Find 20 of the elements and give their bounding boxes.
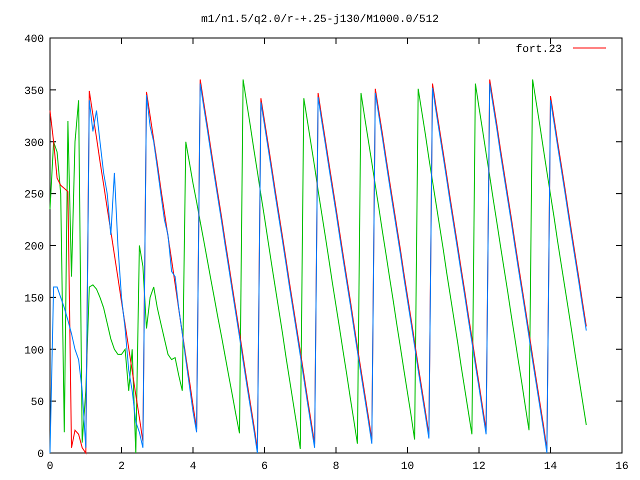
y-tick-label: 100 xyxy=(24,345,44,358)
x-tick-label: 14 xyxy=(544,461,558,473)
y-tick-label: 200 xyxy=(24,242,44,254)
chart-title: m1/n1.5/q2.0/r-+.25-j130/M1000.0/512 xyxy=(201,14,439,26)
x-tick-label: 4 xyxy=(190,461,196,473)
y-tick-label: 0 xyxy=(37,449,44,461)
y-tick-label: 150 xyxy=(24,293,44,306)
y-tick-label: 300 xyxy=(24,138,44,150)
y-tick-label: 400 xyxy=(24,34,44,46)
y-tick-label: 350 xyxy=(24,86,44,98)
x-tick-label: 12 xyxy=(472,461,486,473)
y-tick-label: 250 xyxy=(24,190,44,202)
legend-label: fort.23 xyxy=(516,44,562,56)
x-tick-label: 8 xyxy=(332,461,340,473)
x-tick-label: 10 xyxy=(400,461,414,473)
x-tick-label: 0 xyxy=(46,461,54,473)
y-tick-label: 50 xyxy=(30,397,44,410)
x-tick-label: 6 xyxy=(261,461,268,473)
x-tick-label: 16 xyxy=(615,461,629,473)
x-tick-label: 2 xyxy=(118,461,125,473)
